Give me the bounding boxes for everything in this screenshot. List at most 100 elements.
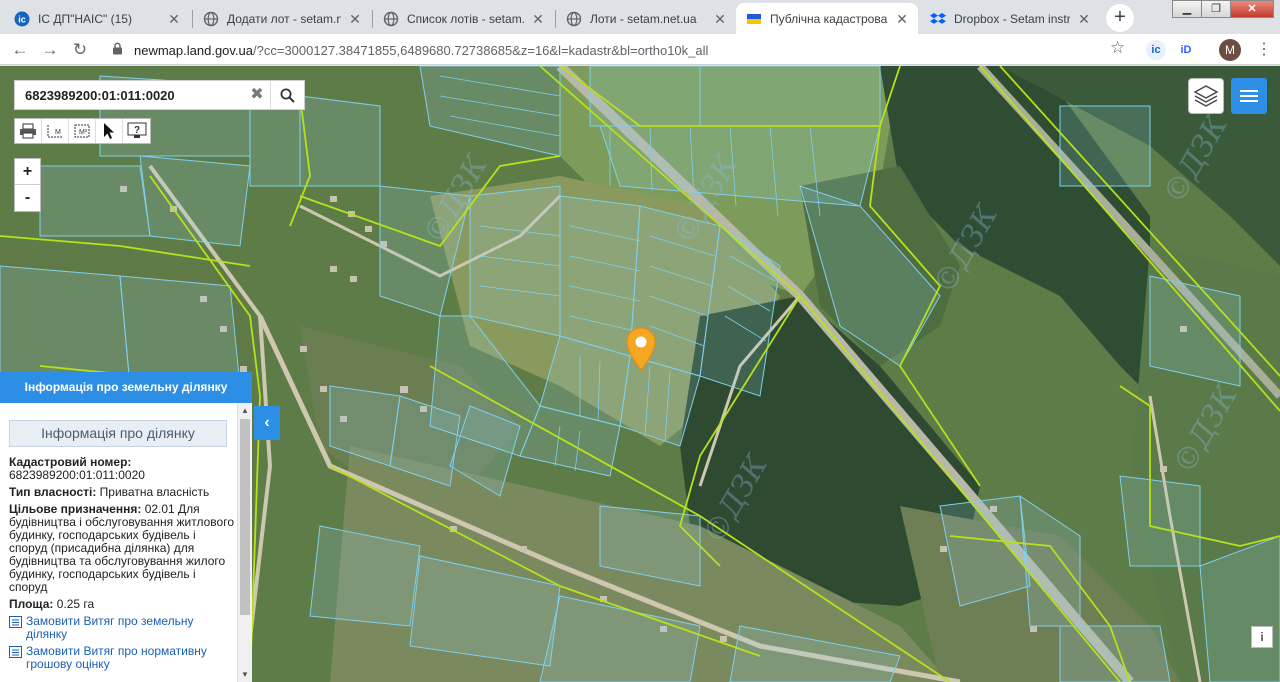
cadastral-number-value: 6823989200:01:011:0020 xyxy=(9,468,145,482)
panel-body: Інформація про ділянку Кадастровий номер… xyxy=(0,403,237,682)
order-valuation-extract-text[interactable]: Замовити Витяг про нормативну грошову оц… xyxy=(26,645,237,671)
purpose-field: Цільове призначення: 02.01 Для будівницт… xyxy=(9,503,237,594)
bookmark-star-icon[interactable]: ☆ xyxy=(1110,38,1125,58)
browser-menu-icon[interactable]: ⋮ xyxy=(1256,39,1272,59)
tab-title: Додати лот - setam.net.ua xyxy=(227,11,341,26)
close-icon[interactable]: ✕ xyxy=(894,11,910,27)
minimize-button[interactable]: ▁ xyxy=(1172,0,1202,18)
area-field: Площа: 0.25 га xyxy=(9,598,237,611)
purpose-value: 02.01 Для будівництва і обслуговування ж… xyxy=(9,502,234,594)
svg-text:M: M xyxy=(55,129,61,136)
close-icon[interactable]: ✕ xyxy=(166,11,182,27)
map-tools: M M² ? xyxy=(14,118,151,144)
url-path: /?cc=3000127.38471855,6489680.72738685&z… xyxy=(253,42,709,58)
tab-title: Лоти - setam.net.ua xyxy=(590,11,697,26)
order-parcel-extract-text[interactable]: Замовити Витяг про земельну ділянку xyxy=(26,615,237,641)
ownership-value: Приватна власність xyxy=(99,485,210,499)
profile-avatar[interactable]: M xyxy=(1219,39,1241,61)
close-icon[interactable]: ✕ xyxy=(530,11,546,27)
svg-text:?: ? xyxy=(133,125,139,136)
cursor-arrow-icon xyxy=(104,123,114,139)
tab-lot-list[interactable]: Список лотів - setam.net.ua ✕ xyxy=(373,3,554,34)
globe-icon xyxy=(383,11,399,27)
back-button[interactable]: ← xyxy=(8,38,32,62)
restore-button[interactable]: ❐ xyxy=(1201,0,1231,18)
tab-title: Dropbox - Setam instructions xyxy=(954,11,1070,26)
globe-icon xyxy=(203,11,219,27)
ukraine-trident-icon xyxy=(746,11,762,27)
zoom-control: + - xyxy=(14,158,41,212)
window-controls: ▁ ❐ ✕ xyxy=(1172,0,1274,18)
tab-nais[interactable]: іс ІС ДП"НАІС" (15) ✕ xyxy=(4,3,190,34)
extension-nais-icon[interactable]: іс xyxy=(1146,40,1166,60)
area-value: 0.25 га xyxy=(56,597,95,611)
browser-tab-strip: іс ІС ДП"НАІС" (15) ✕ Додати лот - setam… xyxy=(0,0,1280,34)
nais-logo-icon: іс xyxy=(14,11,30,27)
url-text: newmap.land.gov.ua/?cc=3000127.38471855,… xyxy=(134,43,708,58)
printer-icon xyxy=(20,123,36,139)
tab-cadastral-map[interactable]: Публічна кадастрова карта ✕ xyxy=(736,3,918,34)
cadastral-search-box: ✖ xyxy=(14,80,305,110)
lock-icon[interactable] xyxy=(112,42,126,58)
cadastral-search-input[interactable] xyxy=(15,81,244,109)
print-button[interactable] xyxy=(15,119,42,143)
panel-header: Інформація про земельну ділянку xyxy=(0,372,252,403)
layers-button[interactable] xyxy=(1188,78,1224,114)
reload-button[interactable]: ↻ xyxy=(68,38,92,62)
zoom-in-button[interactable]: + xyxy=(15,159,40,185)
svg-text:M²: M² xyxy=(79,129,88,136)
clear-search-icon[interactable]: ✖ xyxy=(244,81,270,109)
close-icon[interactable]: ✕ xyxy=(1076,11,1092,27)
extension-id-icon[interactable]: iD xyxy=(1176,40,1196,60)
layers-icon xyxy=(1193,85,1219,107)
dropbox-icon xyxy=(930,11,946,27)
window-close-button[interactable]: ✕ xyxy=(1230,0,1274,18)
new-tab-button[interactable]: + xyxy=(1106,4,1134,32)
location-marker-icon[interactable] xyxy=(625,326,657,372)
tab-title: ІС ДП"НАІС" (15) xyxy=(38,11,132,26)
search-button[interactable] xyxy=(270,81,304,109)
scroll-up-icon[interactable]: ▲ xyxy=(238,403,252,418)
globe-icon xyxy=(566,11,582,27)
area-label: Площа: xyxy=(9,597,54,611)
monitor-question-icon: ? xyxy=(127,122,146,138)
panel-scrollbar[interactable]: ▲ ▼ xyxy=(237,403,252,682)
cadastral-number-field: Кадастровий номер: 6823989200:01:011:002… xyxy=(9,456,237,482)
select-pointer-button[interactable] xyxy=(96,119,123,143)
browser-toolbar: ← → ↻ newmap.land.gov.ua/?cc=3000127.384… xyxy=(0,34,1280,65)
cadastral-map[interactable]: ©ДЗК ©ДЗК ©ДЗК ©ДЗК ©ДЗК ©ДЗК ©ДЗК ✖ M M… xyxy=(0,66,1280,682)
zoom-out-button[interactable]: - xyxy=(15,185,40,211)
area-measure-icon: M² xyxy=(74,124,90,138)
address-bar[interactable]: newmap.land.gov.ua/?cc=3000127.38471855,… xyxy=(100,36,1140,64)
purpose-label: Цільове призначення: xyxy=(9,502,142,516)
hamburger-menu-button[interactable] xyxy=(1231,78,1267,114)
collapse-panel-button[interactable]: ‹ xyxy=(254,406,280,440)
map-info-button[interactable]: i xyxy=(1251,626,1273,648)
forward-button[interactable]: → xyxy=(38,38,62,62)
url-host: newmap.land.gov.ua xyxy=(134,42,254,58)
tab-title: Публічна кадастрова карта xyxy=(770,11,888,26)
order-valuation-extract-link[interactable]: Замовити Витяг про нормативну грошову оц… xyxy=(9,645,237,671)
ruler-line-icon: M xyxy=(47,125,62,138)
close-icon[interactable]: ✕ xyxy=(347,11,363,27)
measure-area-button[interactable]: M² xyxy=(69,119,96,143)
info-query-button[interactable]: ? xyxy=(123,119,150,143)
svg-text:іс: іс xyxy=(18,14,26,24)
ownership-field: Тип власності: Приватна власність xyxy=(9,486,237,499)
close-icon[interactable]: ✕ xyxy=(712,11,728,27)
tab-lots[interactable]: Лоти - setam.net.ua ✕ xyxy=(556,3,736,34)
measure-distance-button[interactable]: M xyxy=(42,119,69,143)
tab-add-lot[interactable]: Додати лот - setam.net.ua ✕ xyxy=(193,3,371,34)
panel-subheader: Інформація про ділянку xyxy=(9,420,227,447)
ownership-label: Тип власності: xyxy=(9,485,97,499)
order-parcel-extract-link[interactable]: Замовити Витяг про земельну ділянку xyxy=(9,615,237,641)
document-icon xyxy=(9,616,22,628)
scroll-thumb[interactable] xyxy=(240,419,250,615)
tab-dropbox[interactable]: Dropbox - Setam instructions ✕ xyxy=(920,3,1100,34)
document-icon xyxy=(9,646,22,658)
scroll-down-icon[interactable]: ▼ xyxy=(238,667,252,682)
search-icon xyxy=(280,88,295,103)
hamburger-icon xyxy=(1240,90,1258,102)
parcel-info-panel: Інформація про земельну ділянку Інформац… xyxy=(0,372,252,682)
chevron-left-icon: ‹ xyxy=(264,414,270,431)
